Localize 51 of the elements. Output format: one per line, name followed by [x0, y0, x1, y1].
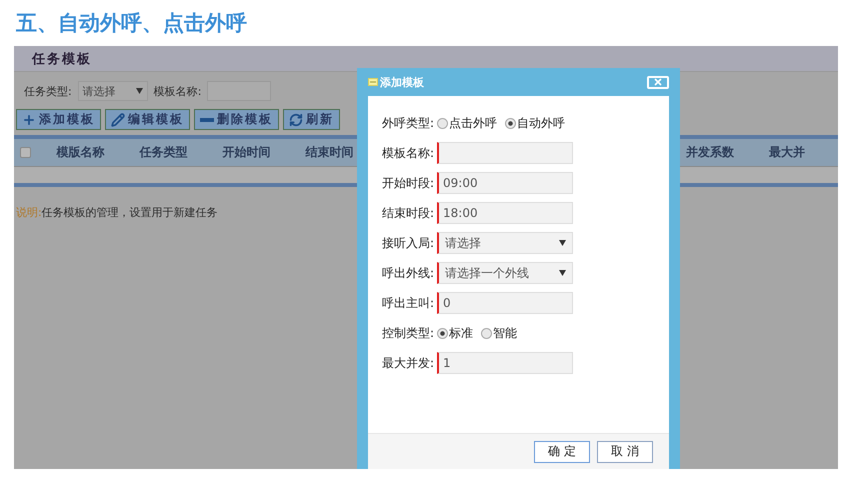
caret-icon — [559, 270, 566, 276]
form-label: 呼出主叫: — [382, 294, 436, 312]
form-label: 呼出外线: — [382, 264, 436, 282]
dialog-title: 添加模板 — [380, 74, 424, 90]
column-header: 结束时间 — [304, 144, 354, 161]
caret-icon — [136, 88, 143, 94]
dropdown[interactable]: 请选择 — [437, 232, 573, 254]
close-icon — [653, 77, 663, 87]
radio-option[interactable]: 点击外呼 — [437, 114, 497, 132]
input-field[interactable]: 18:00 — [437, 202, 573, 224]
note-text: 任务模板的管理，设置用于新建任务 — [42, 205, 218, 220]
column-header: 最大并 — [768, 144, 806, 161]
filter-label: 任务类型: — [24, 84, 72, 98]
column-header: 任务类型 — [138, 144, 188, 161]
cancel-button[interactable]: 取 消 — [597, 440, 653, 462]
confirm-button[interactable]: 确 定 — [534, 440, 590, 462]
panel-title: 任务模板 — [32, 50, 92, 68]
input-field[interactable] — [437, 142, 573, 164]
form-label: 接听入局: — [382, 234, 436, 252]
radio-option[interactable]: 标准 — [437, 324, 473, 342]
toolbar-button[interactable]: 编辑模板 — [105, 109, 190, 130]
form-label: 开始时段: — [382, 174, 436, 192]
page-heading: 五、自动外呼、点击外呼 — [16, 10, 248, 37]
form-label: 结束时段: — [382, 204, 436, 222]
note-label: 说明: — [16, 205, 42, 220]
column-header: 开始时间 — [222, 144, 272, 161]
refresh-icon — [289, 112, 303, 126]
select-all-checkbox[interactable] — [20, 147, 31, 158]
toolbar-button[interactable]: 刷新 — [283, 109, 340, 130]
task-type-select[interactable]: 请选择 — [78, 81, 148, 101]
dropdown[interactable]: 请选择一个外线 — [437, 262, 573, 284]
form-label: 最大并发: — [382, 354, 436, 372]
column-header: 模版名称 — [55, 144, 106, 161]
close-button[interactable] — [647, 76, 669, 88]
radio-option[interactable]: 智能 — [481, 324, 517, 342]
input-field[interactable]: 09:00 — [437, 172, 573, 194]
toolbar-button[interactable]: 添加模板 — [16, 109, 101, 130]
input-field[interactable]: 1 — [437, 352, 573, 374]
pencil-icon — [111, 112, 125, 126]
input-field[interactable]: 0 — [437, 292, 573, 314]
form-label: 模板名称: — [382, 144, 436, 162]
window-icon — [368, 78, 378, 86]
caret-icon — [559, 240, 566, 246]
form-label: 外呼类型: — [382, 114, 436, 132]
radio-option[interactable]: 自动外呼 — [505, 114, 565, 132]
toolbar-button[interactable]: 删除模板 — [194, 109, 279, 130]
minus-icon — [200, 118, 214, 122]
form-label: 控制类型: — [382, 324, 436, 342]
filter-label: 模板名称: — [154, 84, 202, 98]
plus-icon — [22, 112, 36, 126]
column-header: 并发系数 — [685, 144, 735, 161]
